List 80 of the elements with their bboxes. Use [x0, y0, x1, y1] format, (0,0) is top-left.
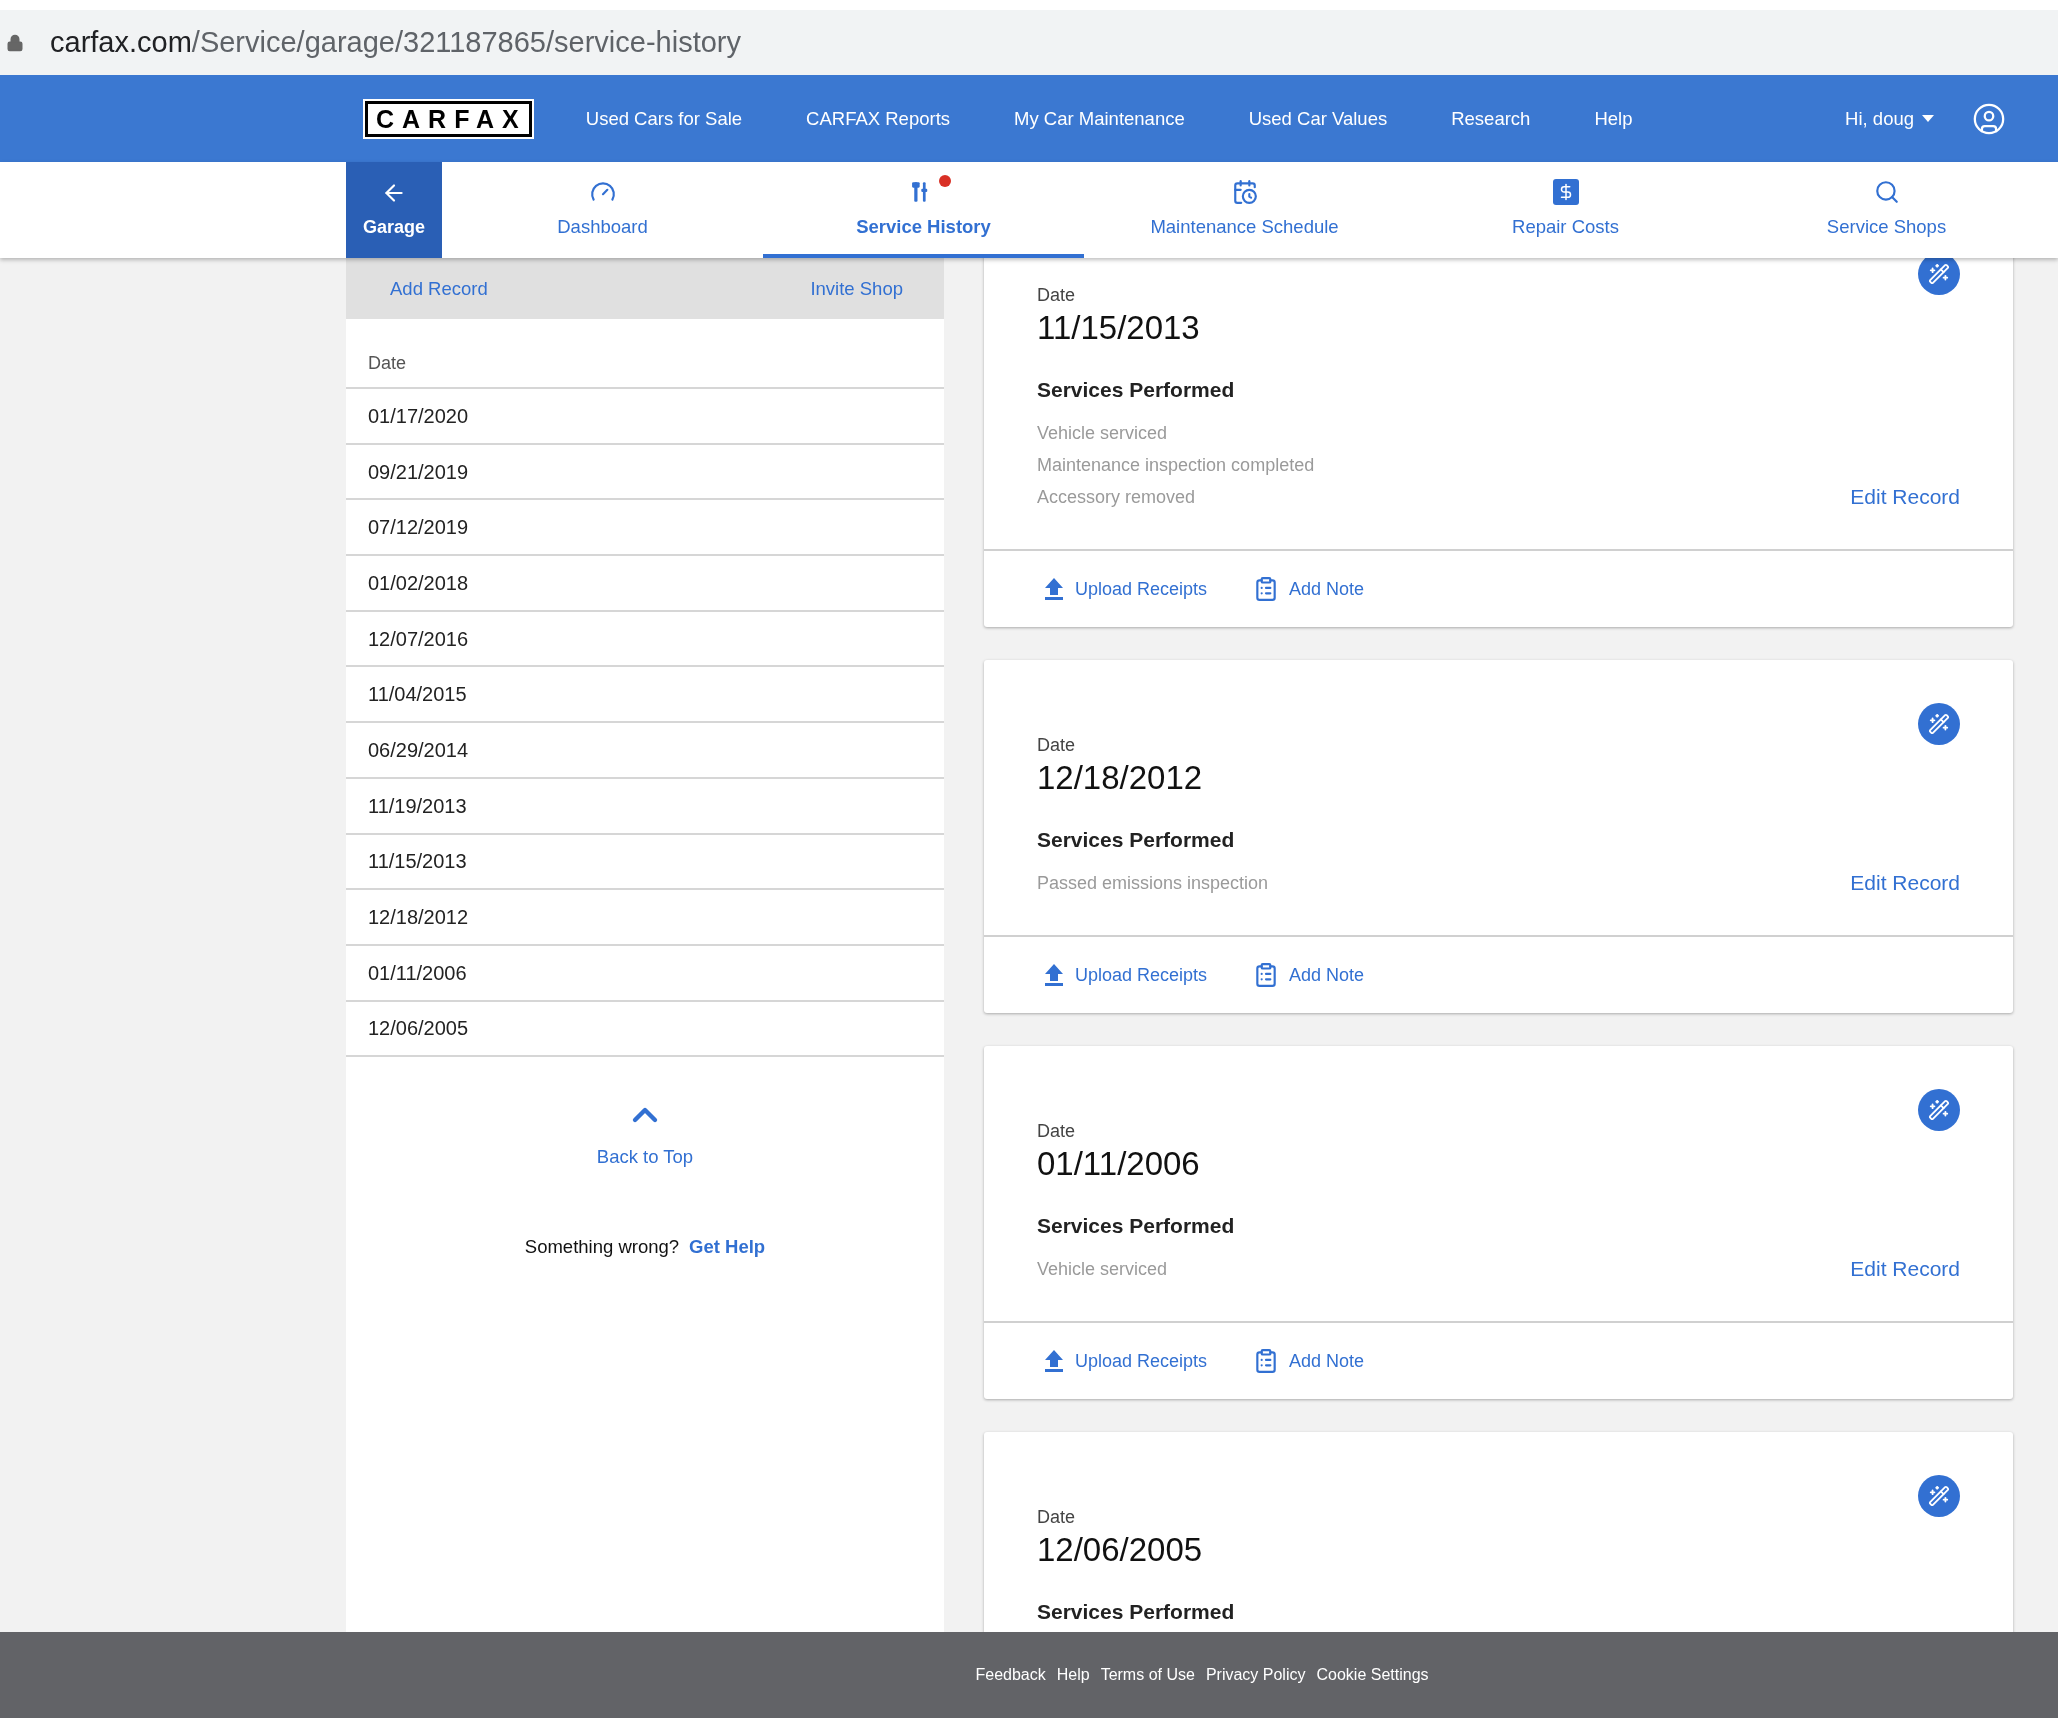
date-row[interactable]: 12/06/2005 — [346, 1001, 944, 1058]
edit-record-link[interactable]: Edit Record — [1850, 1253, 1960, 1285]
service-item: Maintenance inspection completed — [1037, 454, 1315, 477]
date-row[interactable]: 01/11/2006 — [346, 945, 944, 1002]
service-item: Accessory removed — [1037, 486, 1197, 509]
add-note-link[interactable]: Add Note — [1253, 961, 1365, 989]
date-label: Date — [1037, 1506, 1077, 1529]
upload-icon — [1043, 1349, 1065, 1373]
record-date: 12/18/2012 — [1037, 758, 1204, 798]
date-row[interactable]: 12/07/2016 — [346, 611, 944, 668]
services-title: Services Performed — [1037, 827, 1236, 853]
services-title: Services Performed — [1037, 377, 1236, 403]
nav-tab[interactable]: Service Shops — [1726, 162, 2047, 258]
add-note-link[interactable]: Add Note — [1253, 575, 1365, 603]
footer-link[interactable]: Help — [1056, 1663, 1090, 1687]
edit-wand-button[interactable] — [1918, 258, 1960, 295]
date-row[interactable]: 09/21/2019 — [346, 444, 944, 501]
back-to-top-link[interactable]: Back to Top — [596, 1095, 694, 1171]
date-row[interactable]: 11/04/2015 — [346, 667, 944, 724]
date-label: Date — [1037, 1120, 1077, 1143]
carfax-logo[interactable]: CARFAX — [365, 100, 532, 137]
date-row[interactable]: 12/18/2012 — [346, 890, 944, 946]
url-text[interactable]: carfax.com/Service/garage/321187865/service-history — [50, 20, 741, 65]
service-item: Vehicle serviced — [1037, 1258, 1169, 1281]
edit-wand-button[interactable] — [1918, 1089, 1960, 1131]
footer-link[interactable]: Terms of Use — [1100, 1663, 1195, 1687]
service-item: Passed emissions inspection — [1037, 872, 1269, 895]
nav-tab[interactable]: Repair Costs — [1405, 162, 1726, 258]
garage-button[interactable]: Garage — [346, 162, 442, 258]
column-header: Date — [368, 352, 407, 375]
magic-wand-icon — [1928, 263, 1950, 285]
caret-icon — [1922, 114, 1934, 123]
help-text: Something wrong? — [524, 1235, 680, 1259]
record-date: 12/06/2005 — [1037, 1530, 1204, 1570]
date-label: Date — [1037, 734, 1077, 757]
record-date: 01/11/2006 — [1037, 1144, 1201, 1184]
upload-receipts-link[interactable]: Upload Receipts — [1043, 961, 1208, 989]
upload-receipts-link[interactable]: Upload Receipts — [1043, 1347, 1208, 1375]
footer-link[interactable]: Feedback — [975, 1663, 1046, 1687]
user-menu[interactable]: Hi, doug — [1845, 104, 1934, 133]
date-row[interactable]: 11/15/2013 — [346, 834, 944, 891]
nav-link[interactable]: Used Cars for Sale — [585, 104, 743, 133]
add-note-link[interactable]: Add Note — [1253, 1347, 1365, 1375]
record-date: 11/15/2013 — [1037, 308, 1201, 348]
edit-wand-button[interactable] — [1918, 1475, 1960, 1517]
nav-tab[interactable]: Dashboard — [442, 162, 763, 258]
magic-wand-icon — [1928, 1485, 1950, 1507]
edit-record-link[interactable]: Edit Record — [1850, 867, 1960, 899]
nav-link[interactable]: Help — [1594, 104, 1633, 133]
upload-receipts-link[interactable]: Upload Receipts — [1043, 575, 1208, 603]
upload-icon — [1043, 577, 1065, 601]
services-title: Services Performed — [1037, 1213, 1235, 1239]
calendar-clock-icon — [1231, 179, 1258, 206]
nav-link[interactable]: CARFAX Reports — [806, 104, 951, 133]
edit-wand-button[interactable] — [1918, 703, 1960, 745]
upload-icon — [1043, 963, 1065, 987]
footer-link[interactable]: Cookie Settings — [1316, 1663, 1429, 1687]
nav-link[interactable]: Research — [1451, 104, 1531, 133]
add-record-link[interactable]: Add Record — [390, 274, 488, 303]
date-row[interactable]: 01/02/2018 — [346, 556, 944, 612]
date-label: Date — [1037, 284, 1077, 307]
nav-link[interactable]: My Car Maintenance — [1014, 104, 1185, 133]
magic-wand-icon — [1928, 713, 1950, 735]
invite-shop-link[interactable]: Invite Shop — [810, 274, 903, 303]
date-row[interactable]: 06/29/2014 — [346, 723, 944, 779]
footer-link[interactable]: Privacy Policy — [1205, 1663, 1306, 1687]
date-row[interactable]: 07/12/2019 — [346, 500, 944, 557]
magic-wand-icon — [1928, 1099, 1950, 1121]
lock-icon — [6, 33, 24, 52]
search-icon — [1873, 179, 1900, 206]
nav-link[interactable]: Used Car Values — [1248, 104, 1388, 133]
services-title: Services Performed — [1037, 1599, 1235, 1625]
user-avatar-icon[interactable] — [1972, 101, 2006, 136]
nav-tab[interactable]: Maintenance Schedule — [1084, 162, 1405, 258]
edit-record-link[interactable]: Edit Record — [1850, 481, 1960, 513]
service-item: Vehicle serviced — [1037, 422, 1169, 445]
get-help-link[interactable]: Get Help — [689, 1233, 766, 1261]
dollar-icon — [1552, 179, 1579, 206]
date-row[interactable]: 01/17/2020 — [346, 389, 944, 445]
date-row[interactable]: 11/19/2013 — [346, 778, 944, 835]
